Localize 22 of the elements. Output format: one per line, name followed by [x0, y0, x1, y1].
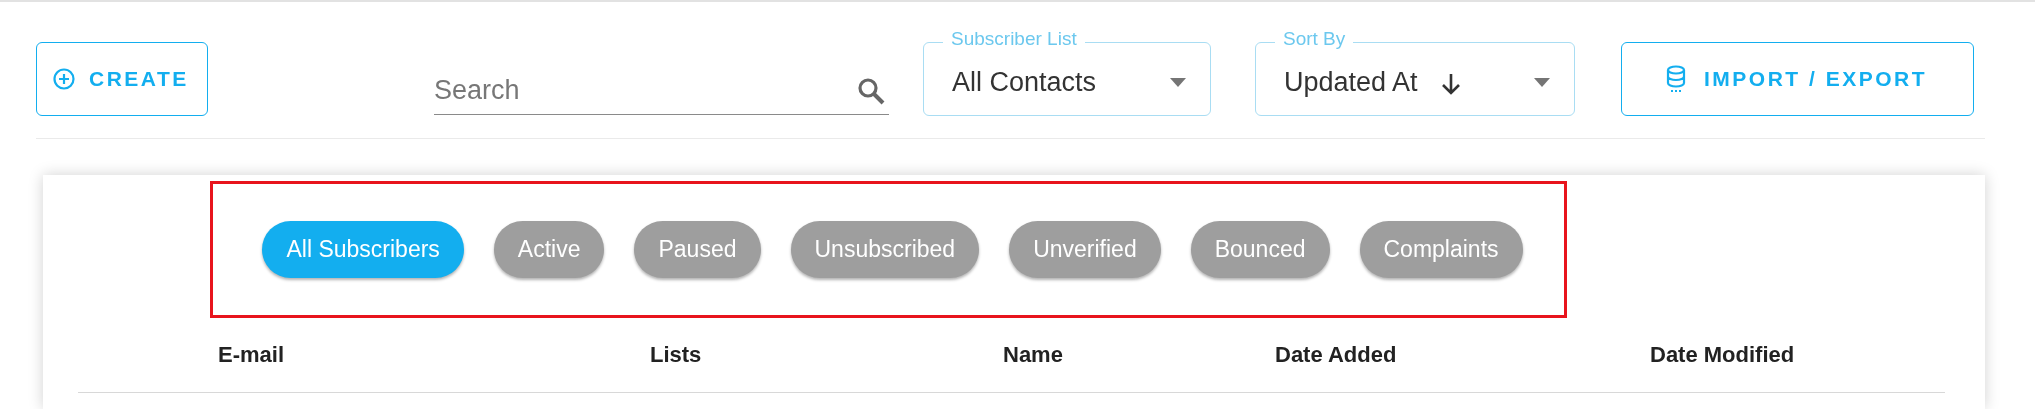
database-icon: [1666, 65, 1686, 93]
column-header: Name: [1003, 342, 1064, 368]
filter-chip[interactable]: Bounced: [1190, 221, 1330, 278]
column-header: E-mail: [218, 342, 286, 368]
filter-chip[interactable]: Complaints: [1359, 221, 1523, 278]
create-button[interactable]: CREATE: [36, 42, 208, 116]
filter-chip[interactable]: All Subscribers: [262, 221, 464, 278]
selected-value: All Contacts: [952, 66, 1097, 98]
import-export-button[interactable]: IMPORT / EXPORT: [1621, 42, 1974, 116]
filter-chip[interactable]: Unverified: [1009, 221, 1161, 278]
column-header: Date Modified: [1650, 342, 1796, 368]
filter-chip[interactable]: Active: [493, 221, 605, 278]
search-icon: [857, 77, 885, 105]
filter-chip[interactable]: Paused: [634, 221, 761, 278]
dropdown-caret-icon: [1534, 77, 1550, 87]
filter-chip[interactable]: Unsubscribed: [790, 221, 980, 278]
search-field[interactable]: Search: [434, 67, 889, 115]
plus-circle-icon: [53, 68, 75, 90]
selected-value: Updated At: [1284, 66, 1418, 98]
column-header: Date Added: [1275, 342, 1398, 368]
dropdown-caret-icon: [1170, 77, 1186, 87]
column-header: Lists: [650, 342, 703, 368]
